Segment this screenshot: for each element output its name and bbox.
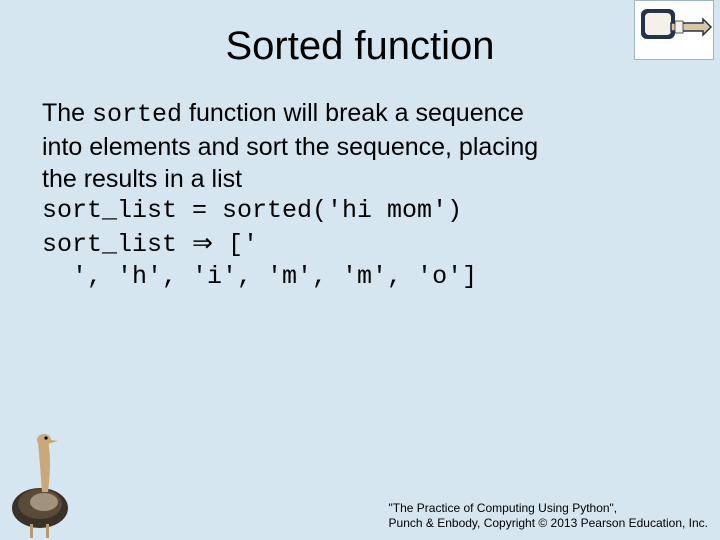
- slide-body: The sorted function will break a sequenc…: [0, 77, 720, 293]
- slide-footer: "The Practice of Computing Using Python"…: [389, 501, 708, 530]
- code-line-1: sort_list = sorted('hi mom'): [42, 195, 678, 227]
- body-line-3: the results in a list: [42, 163, 678, 195]
- footer-line-1: "The Practice of Computing Using Python"…: [389, 501, 708, 515]
- pointing-hand-icon: [634, 0, 714, 60]
- text-fragment: The: [42, 99, 92, 127]
- code-rhs: [': [213, 230, 258, 259]
- arrow-icon: ⇒: [192, 229, 213, 257]
- body-line-1: The sorted function will break a sequenc…: [42, 97, 678, 131]
- code-line-3: ', 'h', 'i', 'm', 'm', 'o']: [42, 261, 678, 293]
- page-title: Sorted function: [0, 0, 720, 77]
- footer-line-2: Punch & Enbody, Copyright © 2013 Pearson…: [389, 516, 708, 530]
- text-fragment: function will break a sequence: [182, 99, 524, 127]
- code-line-2: sort_list ⇒ [': [42, 227, 678, 261]
- code-inline-sorted: sorted: [92, 100, 182, 129]
- body-line-2: into elements and sort the sequence, pla…: [42, 131, 678, 163]
- code-lhs: sort_list: [42, 230, 192, 259]
- ostrich-icon: [0, 430, 84, 540]
